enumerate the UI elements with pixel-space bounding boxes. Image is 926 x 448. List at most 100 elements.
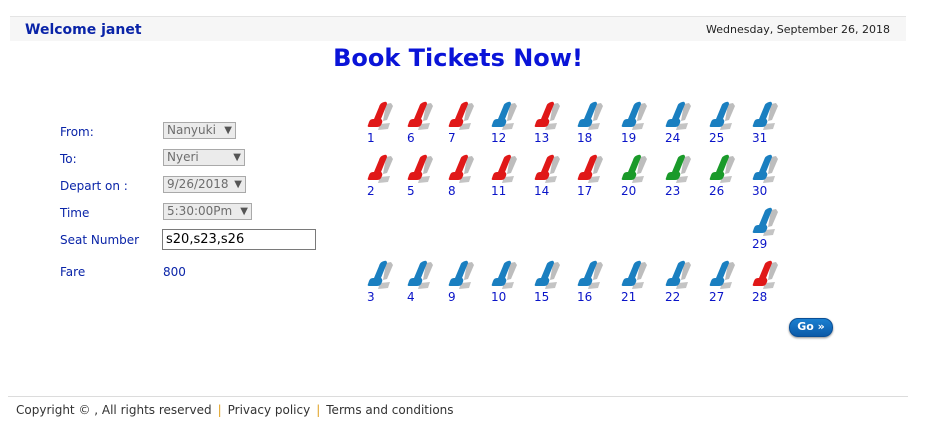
seat-18[interactable]: 18 — [576, 100, 604, 148]
time-label: Time — [60, 206, 90, 220]
depart-label: Depart on : — [60, 179, 128, 193]
depart-date-select[interactable]: 9/26/2018 ▼ — [163, 176, 246, 193]
seat-icon — [491, 154, 517, 183]
fare-label: Fare — [60, 265, 86, 279]
seat-30[interactable]: 30 — [751, 153, 779, 201]
seat-4[interactable]: 4 — [406, 259, 434, 307]
footer-separator: | — [217, 403, 222, 417]
seat-24[interactable]: 24 — [664, 100, 692, 148]
seat-number: 11 — [491, 184, 507, 198]
seat-6[interactable]: 6 — [406, 100, 434, 148]
seat-23[interactable]: 23 — [664, 153, 692, 201]
seat-icon — [491, 260, 517, 289]
seat-number: 16 — [577, 290, 593, 304]
seat-21[interactable]: 21 — [620, 259, 648, 307]
seat-number: 1 — [367, 131, 375, 145]
seat-number: 12 — [491, 131, 507, 145]
seat-20[interactable]: 20 — [620, 153, 648, 201]
time-select[interactable]: 5:30:00Pm ▼ — [163, 203, 252, 220]
seat-28[interactable]: 28 — [751, 259, 779, 307]
depart-date-value: 9/26/2018 — [167, 177, 229, 191]
seat-icon — [665, 101, 691, 130]
footer-separator: | — [316, 403, 321, 417]
seat-icon — [621, 101, 647, 130]
seat-10[interactable]: 10 — [490, 259, 518, 307]
seat-icon — [709, 101, 735, 130]
seat-number: 2 — [367, 184, 375, 198]
from-select[interactable]: Nanyuki ▼ — [163, 122, 236, 139]
fare-value: 800 — [163, 265, 186, 279]
seat-icon — [665, 260, 691, 289]
privacy-policy-link[interactable]: Privacy policy — [228, 403, 311, 417]
seat-icon — [407, 101, 433, 130]
seat-icon — [752, 207, 778, 236]
seat-29[interactable]: 29 — [751, 206, 779, 254]
seat-icon — [448, 260, 474, 289]
from-label: From: — [60, 125, 94, 139]
welcome-text: Welcome janet — [25, 22, 142, 38]
seat-number: 23 — [665, 184, 681, 198]
seat-icon — [752, 154, 778, 183]
seat-2[interactable]: 2 — [366, 153, 394, 201]
seat-number-label: Seat Number — [60, 233, 140, 247]
chevron-down-icon: ▼ — [224, 125, 232, 136]
seat-11[interactable]: 11 — [490, 153, 518, 201]
seat-number: 8 — [448, 184, 456, 198]
seat-icon — [577, 260, 603, 289]
seat-13[interactable]: 13 — [533, 100, 561, 148]
to-select-value: Nyeri — [167, 150, 199, 164]
seat-icon — [448, 101, 474, 130]
seat-5[interactable]: 5 — [406, 153, 434, 201]
seat-number: 30 — [752, 184, 768, 198]
seat-number: 17 — [577, 184, 593, 198]
seat-7[interactable]: 7 — [447, 100, 475, 148]
go-button[interactable]: Go » — [789, 318, 833, 337]
to-select[interactable]: Nyeri ▼ — [163, 149, 245, 166]
seat-number: 18 — [577, 131, 593, 145]
from-select-value: Nanyuki — [167, 123, 216, 137]
seat-16[interactable]: 16 — [576, 259, 604, 307]
seat-8[interactable]: 8 — [447, 153, 475, 201]
seat-9[interactable]: 9 — [447, 259, 475, 307]
seat-icon — [709, 154, 735, 183]
terms-link[interactable]: Terms and conditions — [326, 403, 453, 417]
seat-22[interactable]: 22 — [664, 259, 692, 307]
seat-number: 6 — [407, 131, 415, 145]
seat-number: 5 — [407, 184, 415, 198]
chevron-down-icon: ▼ — [234, 179, 242, 190]
seat-31[interactable]: 31 — [751, 100, 779, 148]
seat-icon — [367, 101, 393, 130]
seat-number: 19 — [621, 131, 637, 145]
seat-17[interactable]: 17 — [576, 153, 604, 201]
seat-icon — [621, 154, 647, 183]
seat-3[interactable]: 3 — [366, 259, 394, 307]
seat-icon — [752, 101, 778, 130]
seat-icon — [534, 154, 560, 183]
seat-1[interactable]: 1 — [366, 100, 394, 148]
seat-12[interactable]: 12 — [490, 100, 518, 148]
seat-icon — [752, 260, 778, 289]
seat-14[interactable]: 14 — [533, 153, 561, 201]
footer-divider — [8, 396, 908, 397]
seat-number: 24 — [665, 131, 681, 145]
seat-icon — [534, 101, 560, 130]
footer: Copyright © , All rights reserved | Privac… — [16, 403, 454, 417]
seat-icon — [367, 260, 393, 289]
seat-number: 21 — [621, 290, 637, 304]
seat-25[interactable]: 25 — [708, 100, 736, 148]
seat-number: 20 — [621, 184, 637, 198]
seat-27[interactable]: 27 — [708, 259, 736, 307]
seat-icon — [577, 101, 603, 130]
chevron-down-icon: ▼ — [233, 152, 241, 163]
seat-15[interactable]: 15 — [533, 259, 561, 307]
seat-number: 14 — [534, 184, 550, 198]
seat-number: 27 — [709, 290, 725, 304]
seat-19[interactable]: 19 — [620, 100, 648, 148]
page-title: Book Tickets Now! — [333, 44, 583, 72]
seat-number: 13 — [534, 131, 550, 145]
seat-number: 7 — [448, 131, 456, 145]
seat-icon — [407, 260, 433, 289]
seat-number-input[interactable]: s20,s23,s26 — [162, 229, 316, 250]
seat-26[interactable]: 26 — [708, 153, 736, 201]
seat-number: 3 — [367, 290, 375, 304]
